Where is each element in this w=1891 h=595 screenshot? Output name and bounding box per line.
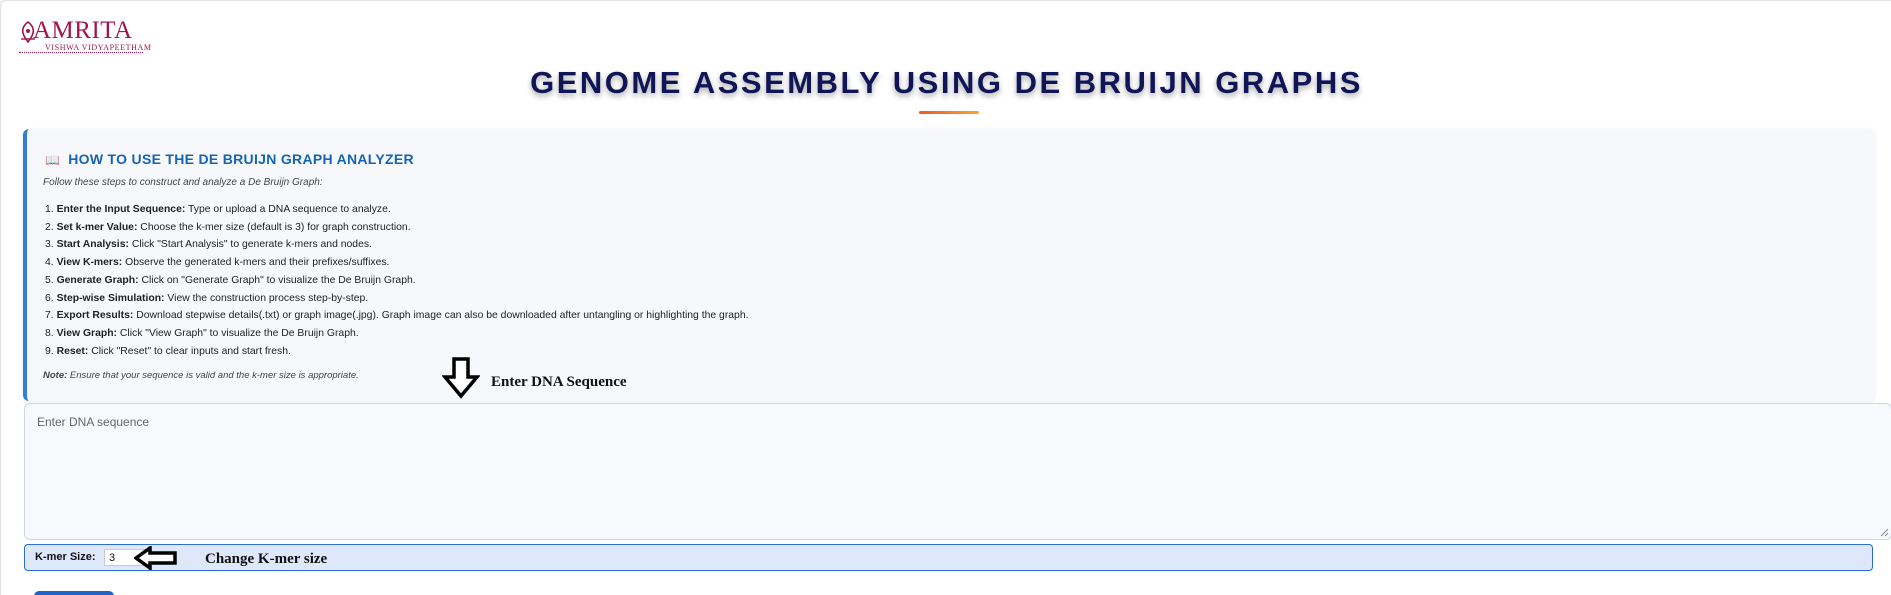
book-icon: 📖: [45, 153, 61, 167]
instruction-step: 8. View Graph: Click "View Graph" to vis…: [45, 327, 359, 339]
arrow-down-icon: [442, 357, 480, 399]
title-underline: [919, 111, 979, 114]
dna-sequence-input[interactable]: [24, 403, 1891, 540]
instruction-step: 7. Export Results: Download stepwise det…: [45, 310, 749, 322]
logo-tagline-rule: [19, 52, 143, 54]
instruction-step: 1. Enter the Input Sequence: Type or upl…: [45, 204, 391, 215]
page: AMRITA VISHWA VIDYAPEETHAM GENOME ASSEMB…: [0, 0, 1891, 595]
instructions-heading: 📖 HOW TO USE THE DE BRUIJN GRAPH ANALYZER: [45, 151, 414, 167]
instruction-step: 3. Start Analysis: Click "Start Analysis…: [45, 239, 372, 251]
instructions-steps: 1. Enter the Input Sequence: Type or upl…: [45, 201, 749, 360]
amrita-logo[interactable]: AMRITA VISHWA VIDYAPEETHAM: [19, 17, 151, 55]
instructions-heading-text: HOW TO USE THE DE BRUIJN GRAPH ANALYZER: [68, 151, 414, 167]
start-analysis-button[interactable]: [34, 591, 114, 595]
instruction-step: 9. Reset: Click "Reset" to clear inputs …: [45, 345, 291, 357]
kmer-size-label: K-mer Size:: [35, 551, 96, 563]
kmer-annotation-label: Change K-mer size: [205, 551, 328, 567]
instruction-step: 4. View K-mers: Observe the generated k-…: [45, 257, 390, 269]
logo-subtitle: VISHWA VIDYAPEETHAM: [45, 43, 152, 52]
resize-grip-icon[interactable]: [1879, 527, 1889, 537]
instructions-intro: Follow these steps to construct and anal…: [43, 177, 323, 188]
logo-wordmark: AMRITA: [33, 17, 133, 44]
instruction-step: 6. Step-wise Simulation: View the constr…: [45, 292, 369, 304]
instructions-card: 📖 HOW TO USE THE DE BRUIJN GRAPH ANALYZER…: [23, 129, 1875, 401]
instruction-step: 5. Generate Graph: Click on "Generate Gr…: [45, 274, 416, 286]
arrow-left-icon: [134, 546, 177, 570]
dna-annotation-label: Enter DNA Sequence: [491, 374, 627, 390]
page-title: GENOME ASSEMBLY USING DE BRUIJN GRAPHS: [530, 65, 1363, 100]
instructions-note: Note: Ensure that your sequence is valid…: [43, 370, 359, 381]
instruction-step: 2. Set k-mer Value: Choose the k-mer siz…: [45, 221, 411, 233]
